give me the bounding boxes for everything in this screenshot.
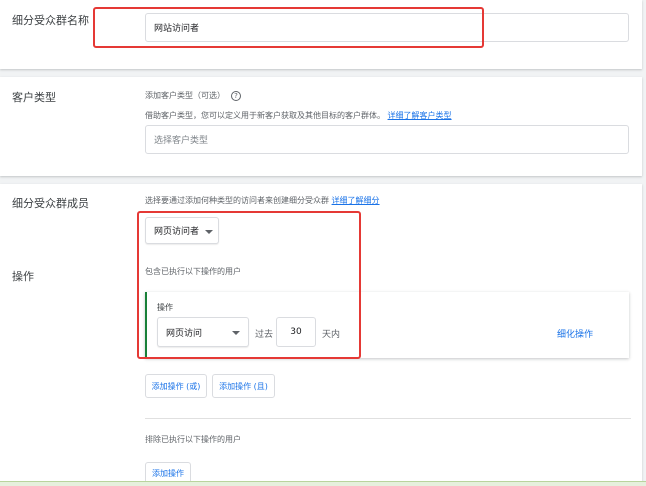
visitor-type-dropdown[interactable]: 网页访问者	[145, 217, 219, 244]
customer-type-description-text: 借助客户类型，您可以定义用于新客户获取及其他目标的客户群体。	[145, 111, 385, 120]
segment-name-value: 网站访问者	[154, 24, 200, 34]
days-value: 30	[290, 327, 302, 337]
actions-label: 操作	[12, 270, 34, 283]
segment-members-label: 细分受众群成员	[12, 197, 89, 210]
customer-type-title: 添加客户类型（可选）?	[145, 90, 241, 101]
customer-type-select[interactable]: 选择客户类型	[145, 125, 629, 154]
action-card: 操作 网页访问 过去 30 天内 细化操作	[145, 292, 629, 358]
visitor-type-value: 网页访问者	[154, 227, 200, 237]
bottom-status-strip	[0, 481, 646, 486]
chevron-down-icon	[232, 331, 240, 335]
days-input[interactable]: 30	[276, 317, 316, 347]
segment-learn-more-link[interactable]: 详细了解细分	[332, 196, 380, 205]
days-unit-label: 天内	[322, 330, 341, 340]
include-heading: 包含已执行以下操作的用户	[145, 267, 241, 276]
segment-members-description: 选择要通过添加何种类型的访问者来创建细分受众群 详细了解细分	[145, 195, 380, 206]
segment-name-card: 细分受众群名称 网站访问者	[0, 0, 642, 69]
action-card-title: 操作	[157, 303, 173, 312]
customer-type-placeholder: 选择客户类型	[154, 136, 209, 146]
action-type-value: 网页访问	[166, 328, 203, 339]
segment-name-input[interactable]: 网站访问者	[145, 13, 629, 42]
segment-members-description-text: 选择要通过添加何种类型的访问者来创建细分受众群	[145, 196, 329, 205]
customer-type-title-text: 添加客户类型（可选）	[145, 91, 225, 100]
exclude-heading: 排除已执行以下操作的用户	[145, 435, 241, 444]
add-action-and-button[interactable]: 添加操作 (且)	[212, 374, 275, 398]
chevron-down-icon	[205, 230, 213, 234]
customer-type-card: 客户类型 添加客户类型（可选）? 借助客户类型，您可以定义用于新客户获取及其他目…	[0, 77, 642, 176]
customer-type-learn-more-link[interactable]: 详细了解客户类型	[388, 111, 452, 120]
segment-members-card: 细分受众群成员 选择要通过添加何种类型的访问者来创建细分受众群 详细了解细分 网…	[0, 184, 642, 486]
add-action-or-button[interactable]: 添加操作 (或)	[145, 374, 207, 398]
customer-type-label: 客户类型	[12, 91, 56, 104]
refine-action-link[interactable]: 细化操作	[557, 327, 593, 340]
segment-name-label: 细分受众群名称	[12, 14, 89, 27]
past-label: 过去	[255, 330, 274, 340]
section-divider	[145, 418, 631, 419]
help-icon[interactable]: ?	[231, 90, 241, 101]
action-type-dropdown[interactable]: 网页访问	[157, 317, 249, 347]
customer-type-description: 借助客户类型，您可以定义用于新客户获取及其他目标的客户群体。 详细了解客户类型	[145, 110, 452, 121]
